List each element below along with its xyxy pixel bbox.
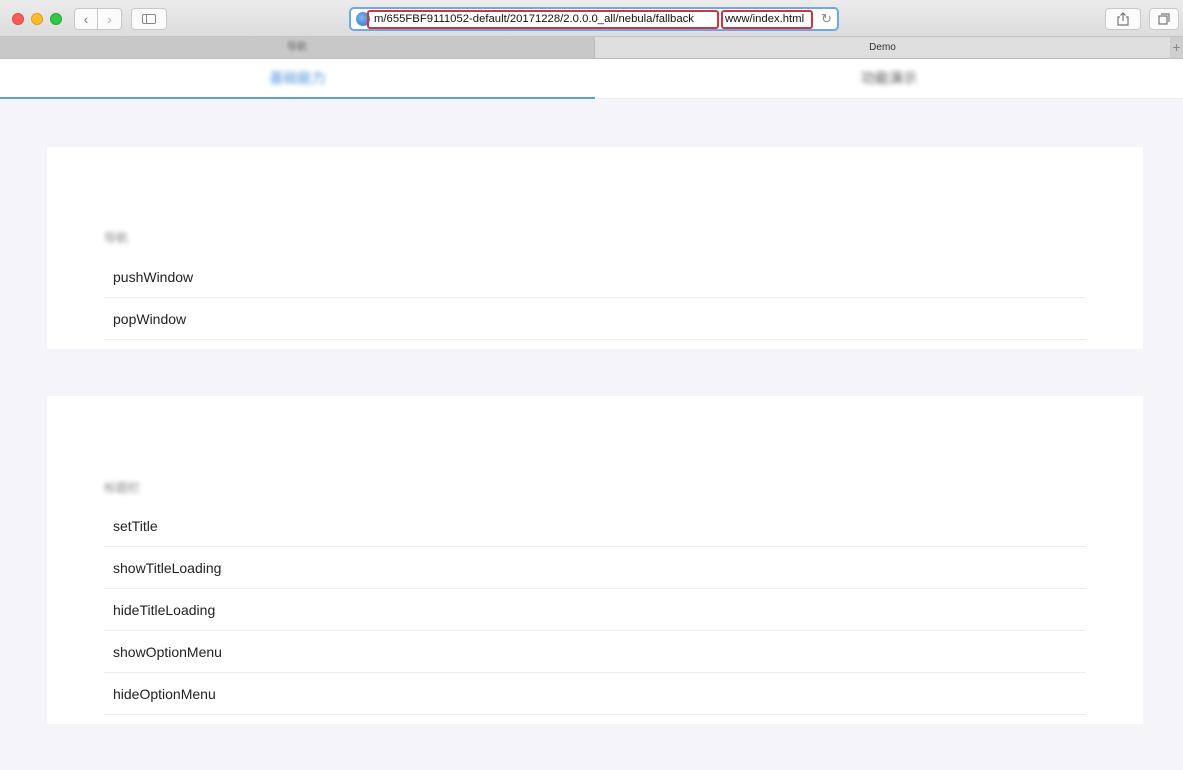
sidebar-icon [142,14,156,25]
share-button[interactable] [1105,8,1141,30]
api-list-navigation: pushWindow popWindow [104,256,1086,340]
segment-tab-demo[interactable]: 功能演示 [595,59,1183,99]
zoom-window-button[interactable] [50,13,62,25]
section-label-navigation: 导航 [104,231,129,245]
api-group-card-titlebar: 标题栏 setTitle showTitleLoading hideTitleL… [47,396,1143,724]
new-tab-button[interactable]: + [1170,37,1183,58]
forward-button[interactable]: › [98,8,122,30]
minimize-window-button[interactable] [31,13,43,25]
back-button[interactable]: ‹ [74,8,98,30]
tab-demo[interactable]: Demo [594,37,1170,58]
section-label-titlebar: 标题栏 [104,481,141,495]
show-tabs-button[interactable] [1149,8,1179,30]
segment-control: 基础能力 功能演示 [0,59,1183,99]
share-icon [1117,12,1129,26]
list-item-show-title-loading[interactable]: showTitleLoading [104,547,1086,589]
list-item-hide-title-loading[interactable]: hideTitleLoading [104,589,1086,631]
list-item-show-option-menu[interactable]: showOptionMenu [104,631,1086,673]
list-item-hide-option-menu[interactable]: hideOptionMenu [104,673,1086,715]
url-highlight-path: m/655FBF9111052-default/20171228/2.0.0.0… [367,10,719,29]
sidebar-toggle-button[interactable] [131,8,167,30]
chevron-right-icon: › [107,11,112,27]
tab-first[interactable]: 导航 [0,37,594,58]
browser-toolbar: ‹ › m/655FBF9111052-default/20171228/2.0… [0,0,1183,37]
close-window-button[interactable] [12,13,24,25]
api-group-card-navigation: 导航 pushWindow popWindow [47,147,1143,349]
segment-tab-basic[interactable]: 基础能力 [0,59,595,99]
list-item-push-window[interactable]: pushWindow [104,256,1086,298]
api-list-titlebar: setTitle showTitleLoading hideTitleLoadi… [104,505,1086,715]
browser-tab-bar: 导航 Demo + [0,37,1183,59]
tabs-overview-icon [1158,13,1170,25]
chevron-left-icon: ‹ [83,11,89,27]
reload-icon[interactable]: ↻ [821,11,832,27]
url-highlight-file: www/index.html [721,10,813,29]
list-item-set-title[interactable]: setTitle [104,505,1086,547]
list-item-pop-window[interactable]: popWindow [104,298,1086,340]
address-bar[interactable]: m/655FBF9111052-default/20171228/2.0.0.0… [349,7,839,31]
